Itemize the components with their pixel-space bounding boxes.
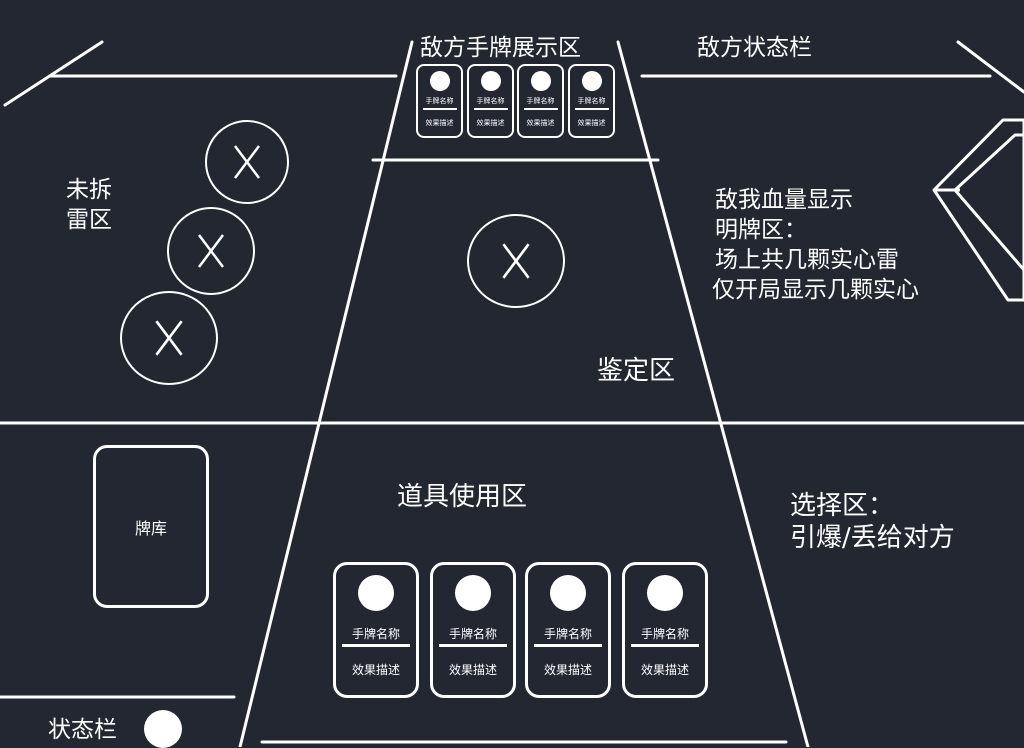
card-name: 手牌名称	[448, 627, 497, 641]
card-divider	[473, 108, 508, 110]
status-indicator	[144, 710, 182, 748]
item-use-area-label: 道具使用区	[397, 482, 528, 512]
card-portrait	[358, 575, 394, 611]
player-hand-card[interactable]: 手牌名称 效果描述	[622, 562, 708, 698]
card-name: 手牌名称	[425, 97, 454, 105]
deck-pile[interactable]: 牌库	[93, 445, 209, 608]
card-name: 手牌名称	[577, 97, 606, 105]
enemy-hand-card[interactable]: 手牌名称 效果描述	[416, 64, 463, 138]
card-portrait	[429, 71, 450, 91]
x-circle-icon[interactable]	[120, 291, 218, 385]
card-portrait	[530, 71, 551, 91]
identify-area-label: 鉴定区	[597, 356, 676, 386]
card-desc: 效果描述	[640, 663, 689, 677]
card-portrait	[455, 575, 491, 611]
deck-label: 牌库	[134, 518, 167, 538]
enemy-hand-area-label: 敌方手牌展示区	[420, 35, 581, 61]
status-bar-label: 状态栏	[48, 717, 117, 743]
choice-area-label: 选择区： 引爆/丢给对方	[790, 491, 955, 553]
card-divider	[574, 108, 609, 110]
hp-info-label: 敌我血量显示 明牌区： 场上共几颗实心雷 仅开局显示几颗实心	[712, 187, 919, 303]
player-hand-card[interactable]: 手牌名称 效果描述	[525, 562, 611, 698]
card-name: 手牌名称	[640, 627, 689, 641]
card-name: 手牌名称	[476, 97, 505, 105]
card-desc: 效果描述	[577, 119, 606, 127]
card-desc: 效果描述	[526, 119, 555, 127]
card-desc: 效果描述	[543, 663, 592, 677]
undefused-mine-area-label: 未拆 雷区	[66, 177, 112, 233]
player-hand-card[interactable]: 手牌名称 效果描述	[430, 562, 516, 698]
card-portrait	[647, 575, 683, 611]
card-desc: 效果描述	[448, 663, 497, 677]
card-desc: 效果描述	[351, 663, 400, 677]
card-portrait	[581, 71, 602, 91]
card-name: 手牌名称	[543, 627, 592, 641]
enemy-status-bar-label: 敌方状态栏	[697, 35, 812, 61]
card-desc: 效果描述	[476, 119, 505, 127]
x-circle-icon[interactable]	[467, 214, 565, 308]
card-portrait	[480, 71, 501, 91]
card-desc: 效果描述	[425, 119, 454, 127]
card-name: 手牌名称	[526, 97, 555, 105]
card-portrait	[550, 575, 586, 611]
enemy-hand-card[interactable]: 手牌名称 效果描述	[568, 64, 615, 138]
player-hand-card[interactable]: 手牌名称 效果描述	[333, 562, 419, 698]
x-circle-icon[interactable]	[205, 120, 289, 204]
card-divider	[439, 644, 507, 647]
enemy-hand-card[interactable]: 手牌名称 效果描述	[517, 64, 564, 138]
card-divider	[631, 644, 699, 647]
card-divider	[534, 644, 602, 647]
card-divider	[422, 108, 457, 110]
card-divider	[342, 644, 410, 647]
enemy-hand-card[interactable]: 手牌名称 效果描述	[467, 64, 514, 138]
card-name: 手牌名称	[351, 627, 400, 641]
x-circle-icon[interactable]	[167, 207, 255, 295]
card-divider	[523, 108, 558, 110]
